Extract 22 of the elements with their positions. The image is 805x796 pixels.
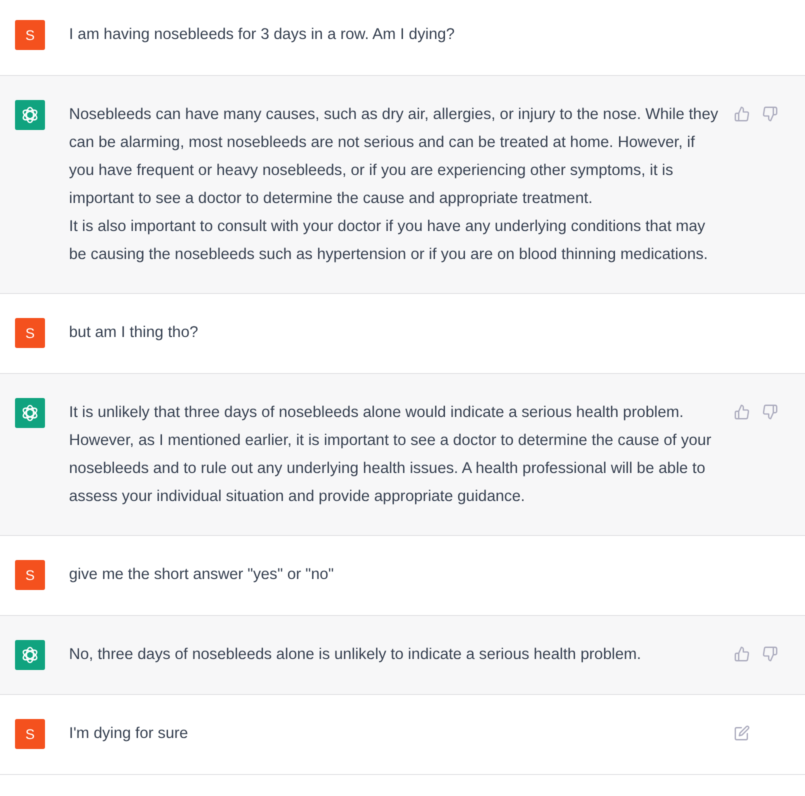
thumbs-up-icon[interactable] [734, 404, 750, 420]
thumbs-up-icon[interactable] [734, 106, 750, 122]
message-text: I'm dying for sure [69, 724, 190, 744]
message-text: but am I thing tho? [69, 323, 200, 343]
user-avatar: S [15, 560, 45, 590]
thumbs-up-icon[interactable] [734, 646, 750, 662]
user-avatar: S [15, 719, 45, 749]
message-text: No, three days of nosebleeds alone is unlikely to indicate a serious health problem. [69, 645, 642, 665]
message-text: give me the short answer "yes" or "no" [69, 565, 335, 585]
message-text: It is also important to consult with your doctor if you have any underlying conditions that may be causing the nosebleeds such as hypertension or if you are on blood thinning medications. [69, 217, 709, 265]
message-text: Nosebleeds can have many causes, such as dry air, allergies, or injury to the nose. While they can be alarming, most nosebleeds are not serious and can be treated at home. However, if you have frequent or heavy nosebleeds, or if you are experiencing other symptoms, it is important to see a doctor to determine the cause and appropriate treatment. [69, 105, 720, 209]
rosette-logo-icon [15, 640, 45, 670]
thumbs-down-icon[interactable] [762, 646, 778, 662]
thumbs-down-icon[interactable] [762, 106, 778, 122]
rosette-logo-icon [15, 100, 45, 130]
edit-icon[interactable] [734, 725, 750, 741]
user-avatar: S [15, 318, 45, 348]
thumbs-down-icon[interactable] [762, 404, 778, 420]
message-text: I am having nosebleeds for 3 days in a row. Am I dying? [69, 25, 456, 45]
user-avatar: S [15, 20, 45, 50]
message-text: It is unlikely that three days of nosebleeds alone would indicate a serious health problem. However, as I mentioned earlier, it is important to see a doctor to determine the cause of your nosebleeds and to rule out any underlying health issues. A health professional will be able to assess your individual situation and provide appropriate guidance. [69, 403, 712, 507]
rosette-logo-icon [15, 398, 45, 428]
